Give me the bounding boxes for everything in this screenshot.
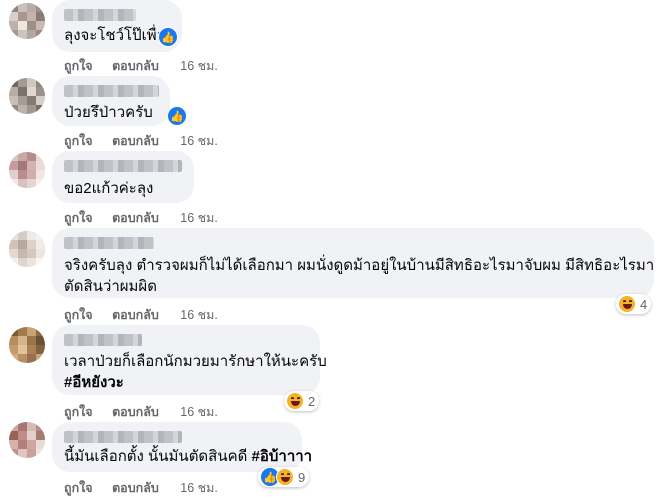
reaction-count: 2: [308, 393, 316, 409]
comment-actions: ถูกใจ ตอบกลับ 16 ชม.: [64, 208, 234, 228]
reaction-summary[interactable]: 👍 9: [258, 467, 310, 487]
comment-bubble: ป่วยรึป่าวครับ: [52, 76, 170, 126]
reply-button[interactable]: ตอบกลับ: [112, 481, 159, 495]
like-button[interactable]: ถูกใจ: [64, 211, 93, 225]
haha-icon: [276, 468, 294, 486]
like-button[interactable]: ถูกใจ: [64, 405, 93, 419]
like-button[interactable]: ถูกใจ: [64, 134, 93, 148]
timestamp[interactable]: 16 ชม.: [180, 134, 218, 148]
comment-text: เวลาป่วยก็เลือกนักมวยมารักษาให้นะครับ #อ…: [64, 351, 327, 393]
like-button[interactable]: ถูกใจ: [64, 59, 93, 73]
reaction-summary[interactable]: 👍: [167, 106, 187, 126]
comment-text: จริงครับลุง ตำรวจผมก็ไม่ได้เลือกมา ผมนั่…: [64, 257, 655, 274]
reaction-summary[interactable]: 2: [284, 391, 320, 411]
comment-actions: ถูกใจ ตอบกลับ 16 ชม.: [64, 305, 234, 325]
comment-bubble: จริงครับลุง ตำรวจผมก็ไม่ได้เลือกมา ผมนั่…: [52, 228, 654, 298]
avatar[interactable]: [9, 152, 45, 188]
like-button[interactable]: ถูกใจ: [64, 481, 93, 495]
timestamp[interactable]: 16 ชม.: [180, 405, 218, 419]
timestamp[interactable]: 16 ชม.: [180, 59, 218, 73]
like-icon: 👍: [158, 27, 178, 47]
avatar[interactable]: [9, 78, 45, 114]
comment-bubble: เวลาป่วยก็เลือกนักมวยมารักษาให้นะครับ #อ…: [52, 325, 327, 395]
timestamp[interactable]: 16 ชม.: [180, 481, 218, 495]
haha-icon: [286, 392, 304, 410]
reply-button[interactable]: ตอบกลับ: [112, 211, 159, 225]
hashtag-link[interactable]: #อีหยังวะ: [64, 372, 327, 393]
comment-text: ขอ2แก้วค่ะลุง: [64, 180, 154, 197]
commenter-name-blurred[interactable]: [64, 431, 182, 443]
commenter-name-blurred[interactable]: [64, 85, 159, 97]
like-button[interactable]: ถูกใจ: [64, 308, 93, 322]
avatar[interactable]: [9, 3, 45, 39]
comment-body: เวลาป่วยก็เลือกนักมวยมารักษาให้นะครับ: [64, 353, 327, 370]
commenter-name-blurred[interactable]: [64, 237, 154, 249]
timestamp[interactable]: 16 ชม.: [180, 211, 218, 225]
avatar[interactable]: [9, 327, 45, 363]
avatar[interactable]: [9, 422, 45, 458]
comment-text: ป่วยรึป่าวครับ: [64, 104, 153, 121]
comment-actions: ถูกใจ ตอบกลับ 16 ชม.: [64, 56, 234, 76]
haha-icon: [618, 295, 636, 313]
reaction-summary[interactable]: 4: [616, 294, 652, 314]
reply-button[interactable]: ตอบกลับ: [112, 308, 159, 322]
reaction-summary[interactable]: 👍: [158, 27, 178, 47]
comment-text: นี้มันเลือกตั้ง นั้นมันตัดสินคดี #อิบ้าา…: [64, 446, 312, 467]
hashtag-link[interactable]: #อิบ้าาาา: [252, 448, 313, 465]
comment-bubble: ขอ2แก้วค่ะลุง: [52, 151, 194, 203]
commenter-name-blurred[interactable]: [64, 334, 142, 346]
reply-button[interactable]: ตอบกลับ: [112, 405, 159, 419]
commenter-name-blurred[interactable]: [64, 9, 136, 21]
comment-text-line2: ตัดสินว่าผมผิด: [64, 278, 157, 295]
reaction-count: 9: [298, 469, 306, 485]
comment-text: ลุงจะโชว์โป๊เพื่อ: [64, 27, 166, 44]
comment-actions: ถูกใจ ตอบกลับ 16 ชม.: [64, 131, 234, 151]
reply-button[interactable]: ตอบกลับ: [112, 59, 159, 73]
avatar[interactable]: [9, 231, 45, 267]
comment-body: นี้มันเลือกตั้ง นั้นมันตัดสินคดี: [64, 448, 252, 465]
reply-button[interactable]: ตอบกลับ: [112, 134, 159, 148]
commenter-name-blurred[interactable]: [64, 160, 182, 172]
comment-actions: ถูกใจ ตอบกลับ 16 ชม.: [64, 478, 234, 498]
timestamp[interactable]: 16 ชม.: [180, 308, 218, 322]
reaction-count: 4: [640, 296, 648, 312]
like-icon: 👍: [167, 106, 187, 126]
comment-actions: ถูกใจ ตอบกลับ 16 ชม.: [64, 402, 234, 422]
comment-bubble: นี้มันเลือกตั้ง นั้นมันตัดสินคดี #อิบ้าา…: [52, 422, 312, 472]
